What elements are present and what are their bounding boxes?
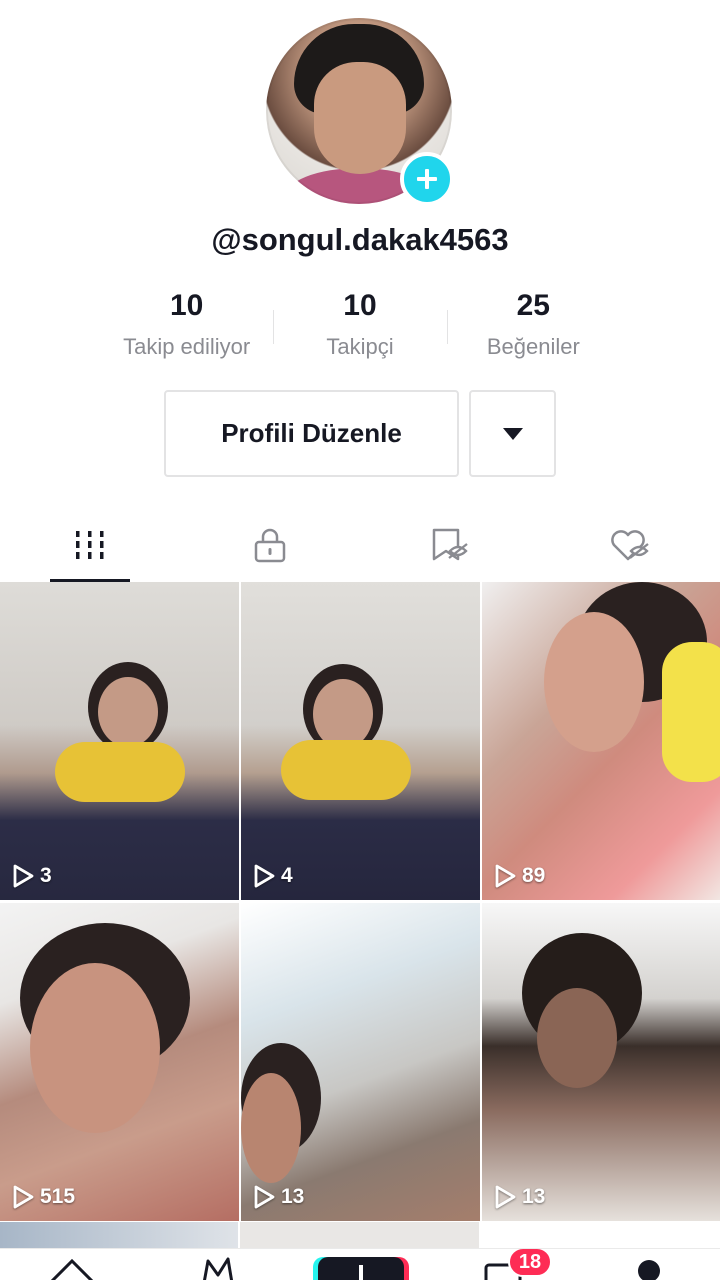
view-count-value: 13 [281,1185,305,1208]
view-count: 4 [253,864,293,888]
edit-profile-button[interactable]: Profili Düzenle [164,390,459,477]
lock-icon [254,528,286,563]
video-grid: 3 4 89 515 13 13 [0,582,720,1221]
play-icon [254,1185,275,1209]
add-avatar-button[interactable] [400,152,454,206]
stat-likes[interactable]: 25 Beğeniler [446,288,620,368]
profile-stats: 10 Takip ediliyor 10 Takipçi 25 Beğenile… [100,288,620,368]
stat-followers[interactable]: 10 Takipçi [273,288,446,368]
play-icon [254,864,275,888]
stat-likes-label: Beğeniler [486,334,580,359]
discover-icon[interactable] [200,1255,236,1280]
tab-videos[interactable] [0,508,180,582]
profile-tabs [0,508,720,582]
tab-favorites[interactable] [360,508,540,582]
tab-liked[interactable] [540,508,720,582]
view-count: 89 [494,864,545,888]
stat-following-label: Takip ediliyor [123,334,251,359]
profile-avatar-container[interactable] [266,18,454,206]
view-count-value: 3 [40,864,52,887]
profile-icon[interactable] [634,1255,664,1280]
play-icon [495,864,516,888]
view-count: 13 [253,1185,304,1209]
tab-private[interactable] [180,508,360,582]
video-thumbnail[interactable]: 3 [0,582,239,900]
view-count: 515 [12,1185,75,1209]
create-button[interactable] [318,1257,404,1280]
grid-icon [76,531,104,559]
video-grid-next-row [0,1222,720,1248]
plus-icon [417,169,437,189]
video-thumbnail[interactable]: 89 [482,582,720,900]
view-count-value: 13 [522,1185,546,1208]
inbox-badge: 18 [508,1249,552,1277]
view-count-value: 89 [522,864,546,887]
stat-likes-count: 25 [516,289,550,322]
bottom-navigation: 18 [0,1248,720,1280]
stat-following[interactable]: 10 Takip ediliyor [100,288,273,368]
video-thumbnail-partial[interactable] [240,1222,479,1248]
video-thumbnail[interactable]: 4 [241,582,480,900]
view-count: 3 [12,864,52,888]
plus-icon [359,1265,363,1280]
stat-following-count: 10 [169,289,204,322]
heart-hidden-icon [611,530,649,561]
stat-followers-count: 10 [343,289,377,322]
video-thumbnail[interactable]: 13 [482,903,720,1221]
username: @songul.dakak4563 [211,222,509,257]
home-icon[interactable] [46,1255,98,1280]
triangle-down-icon [502,427,523,440]
view-count: 13 [494,1185,545,1209]
bookmark-hidden-icon [432,528,468,561]
video-thumbnail[interactable]: 515 [0,903,239,1221]
more-options-button[interactable] [469,390,556,477]
view-count-value: 515 [40,1185,76,1208]
video-thumbnail[interactable]: 13 [241,903,480,1221]
profile-actions: Profili Düzenle [164,390,556,477]
play-icon [495,1185,516,1209]
video-thumbnail-partial[interactable] [0,1222,239,1248]
stat-followers-label: Takipçi [326,334,394,359]
play-icon [13,1185,34,1209]
view-count-value: 4 [281,864,293,887]
play-icon [13,864,34,888]
